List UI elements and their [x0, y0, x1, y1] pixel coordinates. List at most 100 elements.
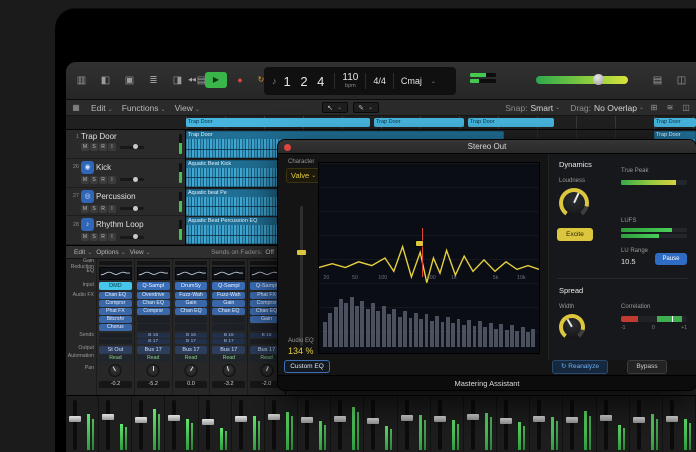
send-slot[interactable] [99, 333, 132, 338]
fader-handle[interactable] [367, 418, 380, 425]
fader-handle[interactable] [500, 417, 513, 424]
zoom-icon[interactable]: ⊞ [648, 101, 660, 115]
fader-handle[interactable] [334, 415, 347, 422]
pointer-tool-select[interactable]: ↖ ⌄ [321, 102, 348, 113]
channel-strip[interactable]: DMD Chan EQ Comprsr Phat FX Bitcrshr Chorus St… [96, 259, 134, 396]
menu-edit[interactable]: Edit ⌄ [91, 103, 113, 113]
library-icon[interactable]: ▥ [74, 74, 89, 88]
menu-edit[interactable]: Edit ⌄ [74, 249, 92, 256]
send-slot[interactable]: B 16 [174, 333, 208, 338]
track-header[interactable]: 1 Trap Door M S R I [66, 130, 185, 159]
fx-slot[interactable]: Chan EQ [174, 308, 208, 315]
fx-slot[interactable]: Chan EQ [136, 300, 170, 307]
input-monitor-button[interactable]: I [108, 204, 116, 213]
mixer-channel[interactable] [232, 396, 265, 452]
sends-on-faders-select[interactable]: Off [265, 249, 274, 256]
solo-button[interactable]: S [90, 143, 98, 151]
eq-graph[interactable]: 20 50 100 500 1k 5k 10k [318, 162, 540, 354]
fx-slot[interactable]: Gain [174, 300, 208, 307]
fader-handle[interactable] [533, 415, 546, 422]
send-slot[interactable]: B 17 [174, 339, 208, 344]
fader-handle[interactable] [665, 415, 678, 422]
input-monitor-button[interactable]: I [108, 233, 116, 242]
custom-eq-button[interactable]: Custom EQ [284, 360, 330, 373]
slider-handle[interactable] [297, 250, 306, 255]
track-header[interactable]: 27 ◎ Percussion M S R I [66, 188, 185, 217]
eq-thumbnail[interactable] [99, 267, 132, 280]
fx-slot[interactable]: Fuzz-Wah [212, 292, 246, 299]
track-header[interactable]: 28 ♪ Rhythm Loop M S R I [66, 216, 185, 245]
list-icon[interactable]: ▤ [650, 74, 665, 88]
solo-button[interactable]: S [90, 204, 98, 213]
channel-strip[interactable]: Q-Sampl Fuzz-Wah Gain Chan EQ B 16 B 17 Bus 17… [209, 259, 247, 396]
menu-functions[interactable]: Functions ⌄ [122, 103, 166, 113]
mute-button[interactable]: M [81, 233, 89, 242]
eq-thumbnail[interactable] [136, 267, 170, 280]
fader-handle[interactable] [135, 417, 148, 424]
mixer-channel[interactable] [331, 396, 365, 452]
output-slot[interactable]: Bus 17 [212, 346, 246, 354]
slider-handle[interactable] [133, 176, 139, 182]
audio-eq-value[interactable]: 134 % [288, 346, 314, 356]
fx-slot[interactable]: Fuzz-Wah [174, 292, 208, 299]
input-slot[interactable]: DrumSy [174, 282, 208, 290]
fader-handle[interactable] [433, 416, 446, 423]
pan-knob[interactable] [260, 364, 274, 377]
track-volume-slider[interactable] [120, 144, 144, 149]
mixer-channel[interactable] [298, 396, 332, 452]
eq-amount-slider[interactable] [297, 206, 306, 346]
lcd-display[interactable]: ♪ 1 2 4 110 bpm 4/4 Cmaj ⌄ [264, 67, 456, 95]
mixer-channel[interactable] [398, 396, 431, 452]
mixer-channel[interactable] [464, 396, 498, 452]
mixer-channel[interactable] [530, 396, 564, 452]
input-monitor-button[interactable]: I [108, 175, 116, 184]
channel-strip[interactable]: DrumSy Fuzz-Wah Gain Chan EQ B 16 B 17 Bus 17 R… [171, 259, 210, 396]
fader-handle[interactable] [400, 414, 413, 421]
mute-button[interactable]: M [81, 143, 89, 151]
output-slot[interactable]: St Out [99, 346, 132, 354]
mute-button[interactable]: M [81, 175, 89, 184]
smart-controls-icon[interactable]: ▣ [122, 74, 137, 88]
excite-button[interactable]: Excite [557, 228, 593, 241]
drag-select[interactable]: No Overlap [594, 103, 637, 113]
mixer-channel[interactable] [497, 396, 531, 452]
character-select[interactable]: Valve ⌄ [286, 168, 322, 183]
track-header[interactable]: 26 ◉ Kick M S R I [66, 159, 185, 188]
fader-handle[interactable] [69, 415, 81, 422]
mixer-channel[interactable] [265, 396, 299, 452]
automation-slot[interactable]: Read [174, 355, 208, 362]
record-enable-button[interactable]: R [99, 175, 107, 184]
send-slot[interactable]: B 17 [212, 339, 246, 344]
key-signature[interactable]: Cmaj [401, 76, 422, 86]
input-slot[interactable]: Q-Sampl [136, 282, 170, 290]
browser-icon[interactable]: ◫ [680, 101, 692, 115]
rewind-button[interactable]: ◀◀ [184, 72, 200, 88]
fader-handle[interactable] [267, 414, 280, 421]
automation-slot[interactable]: Read [136, 355, 170, 362]
mixer-channel[interactable] [165, 396, 199, 452]
send-slot[interactable]: B 17 [136, 339, 170, 344]
output-slot[interactable]: Bus 17 [174, 346, 208, 354]
mixer-channel[interactable] [199, 396, 232, 452]
inspector-icon[interactable]: ◧ [98, 74, 113, 88]
menu-view[interactable]: View ⌄ [130, 249, 151, 256]
output-slot[interactable]: Bus 17 [136, 346, 170, 354]
fx-slot[interactable] [174, 324, 208, 331]
waveform-zoom-icon[interactable]: ≋ [664, 101, 676, 115]
fx-slot[interactable]: Bitcrshr [99, 316, 132, 323]
send-slot[interactable] [99, 339, 132, 344]
reanalyze-button[interactable]: ↻ Reanalyze [552, 360, 608, 374]
tempo-display[interactable]: 110 bpm [342, 72, 358, 90]
master-volume-slider[interactable] [536, 74, 628, 85]
slider-handle[interactable] [593, 74, 605, 85]
fx-slot[interactable] [212, 324, 246, 331]
slider-handle[interactable] [133, 144, 139, 149]
fx-slot[interactable]: Comprsr [136, 308, 170, 315]
send-slot[interactable]: B 16 [136, 333, 170, 338]
fx-slot[interactable] [212, 316, 246, 323]
mixer-icon[interactable]: ≣ [146, 74, 161, 88]
input-monitor-button[interactable]: I [108, 143, 116, 151]
arrangement-marker[interactable]: Trap Door [468, 118, 554, 127]
channel-strip[interactable]: Q-Sampl Overdrive Chan EQ Comprsr B 16 B 17 Bu… [133, 259, 172, 396]
editors-icon[interactable]: ◨ [170, 74, 185, 88]
